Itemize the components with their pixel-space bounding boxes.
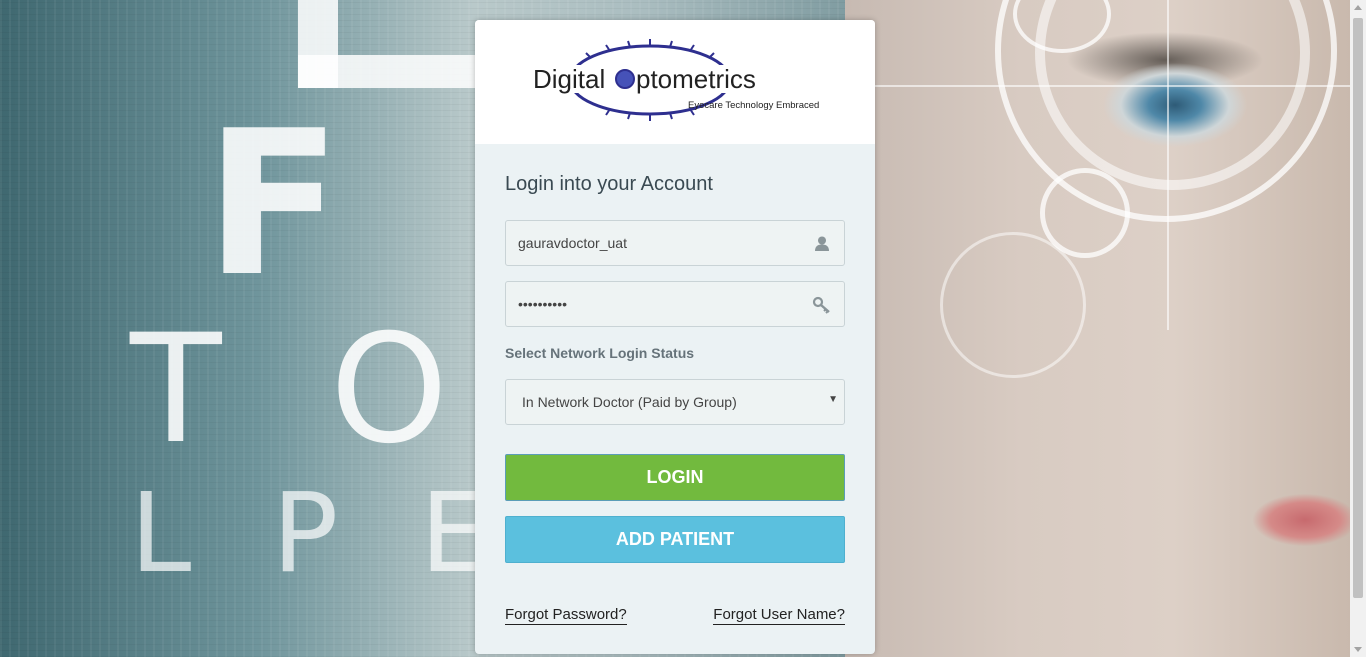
eye-chart-letter: L [130, 469, 192, 597]
logo-header: Digital ptometrics Eyecare Technology Em… [475, 20, 875, 144]
forgot-username-link[interactable]: Forgot User Name? [713, 606, 845, 625]
hud-line-decoration [845, 85, 1350, 87]
scroll-down-icon[interactable] [1354, 647, 1362, 652]
eye-chart-letter: O [330, 303, 449, 477]
password-input[interactable] [506, 282, 844, 326]
background-woman-face [845, 0, 1350, 657]
svg-text:Digital: Digital [533, 64, 605, 94]
account-help-links: Forgot Password? Forgot User Name? [505, 606, 845, 628]
login-card: Digital ptometrics Eyecare Technology Em… [475, 20, 875, 654]
login-form: Login into your Account Select Network L… [475, 172, 875, 628]
forgot-password-link[interactable]: Forgot Password? [505, 606, 627, 625]
brand-tagline: Eyecare Technology Embraced [688, 100, 819, 111]
user-icon [815, 236, 829, 251]
eye-chart-top-bar [298, 55, 478, 88]
svg-text:ptometrics: ptometrics [636, 64, 756, 94]
add-patient-button[interactable]: ADD PATIENT [505, 516, 845, 563]
scrollbar-thumb[interactable] [1353, 18, 1363, 598]
hud-line-decoration [1167, 0, 1169, 330]
username-input[interactable] [506, 221, 844, 265]
network-status-label: Select Network Login Status [505, 345, 695, 361]
form-title: Login into your Account [505, 173, 713, 195]
caret-down-icon: ▼ [828, 394, 838, 405]
hud-ring-decoration [940, 232, 1086, 378]
scroll-up-icon[interactable] [1354, 5, 1362, 10]
username-field-wrapper [505, 220, 845, 266]
network-status-select[interactable]: In Network Doctor (Paid by Group) ▼ [505, 379, 845, 425]
network-status-selected-value: In Network Doctor (Paid by Group) [522, 394, 737, 410]
login-button[interactable]: LOGIN [505, 454, 845, 501]
eye-chart-letter: P [272, 469, 339, 597]
eye-chart-letter: T [130, 303, 222, 477]
page-scrollbar[interactable] [1350, 0, 1366, 657]
password-field-wrapper [505, 281, 845, 327]
eye-chart-letter: F [205, 88, 342, 321]
key-icon [812, 296, 830, 314]
digital-optometrics-logo: Digital ptometrics Eyecare Technology Em… [533, 39, 823, 121]
